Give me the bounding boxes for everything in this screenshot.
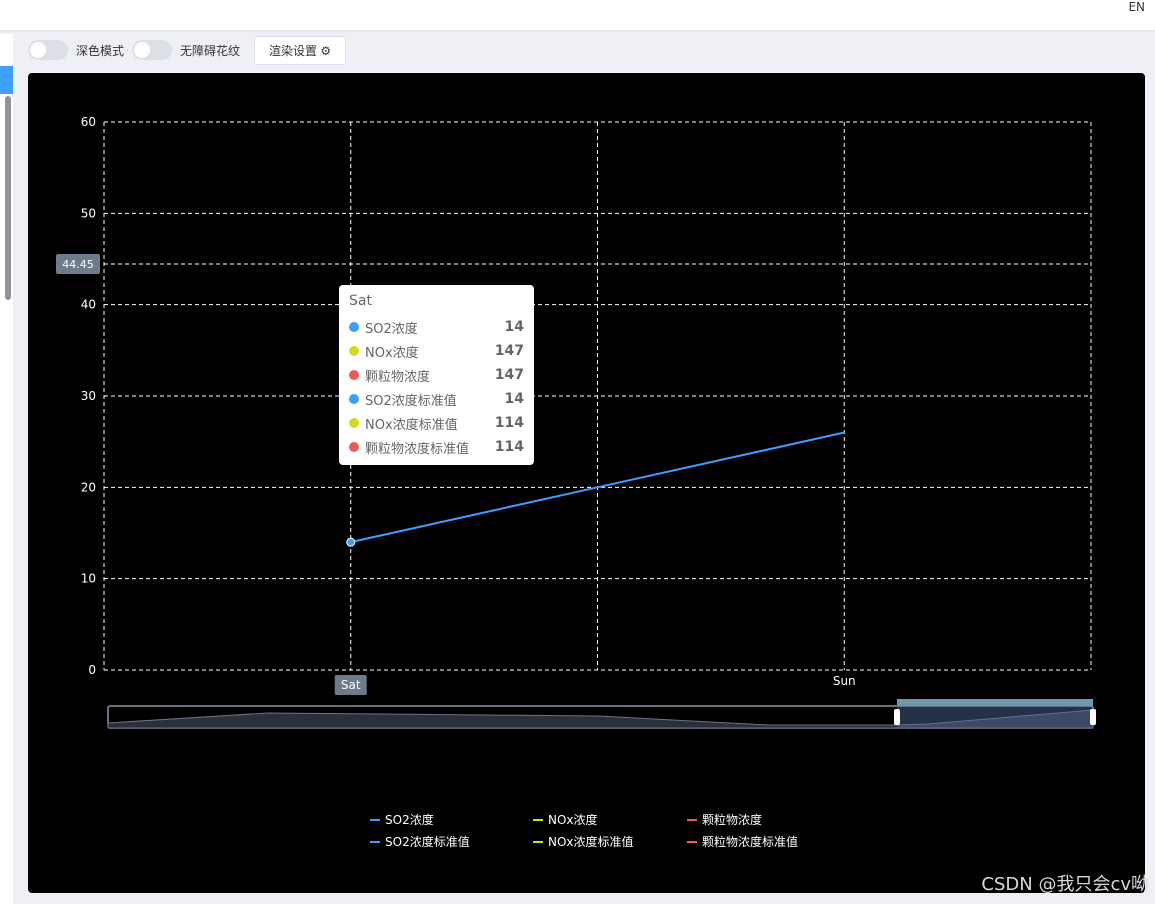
- tooltip-marker: [349, 346, 359, 356]
- tooltip-series-name: SO2浓度标准值: [365, 393, 457, 409]
- toolbar: 深色模式 无障碍花纹 渲染设置 ⚙: [28, 35, 347, 65]
- tooltip-marker: [349, 370, 359, 380]
- legend-marker: [533, 818, 543, 821]
- tooltip-value: 114: [494, 439, 524, 455]
- data-point: [346, 537, 356, 547]
- legend-marker: [370, 840, 380, 843]
- tooltip-series-name: SO2浓度: [365, 321, 418, 337]
- tooltip-row: SO2浓度标准值 14: [349, 387, 524, 411]
- y-tick-label: 10: [81, 572, 96, 586]
- legend-item[interactable]: NOx浓度标准值: [533, 833, 634, 850]
- legend-label: 颗粒物浓度: [702, 813, 763, 827]
- tooltip-row: NOx浓度 147: [349, 339, 524, 363]
- toggle-knob: [30, 42, 46, 58]
- dark-mode-toggle[interactable]: [28, 40, 68, 60]
- legend-marker: [370, 818, 380, 821]
- datazoom-selected-range: [897, 706, 1093, 728]
- chart-container: 0 10 20 30 40 50 60 44.45 Sat Sun Sat SO2浓度 14 NOx浓…: [28, 73, 1145, 893]
- legend-marker: [687, 840, 697, 843]
- y-tick-label: 20: [81, 480, 96, 494]
- toggle-knob: [134, 42, 151, 58]
- datazoom-handle-left: [894, 709, 900, 725]
- tooltip-value: 114: [494, 415, 524, 431]
- tooltip-value: 147: [494, 343, 524, 359]
- y-tick-label: 60: [81, 115, 96, 129]
- tooltip-row: 颗粒物浓度标准值 114: [349, 435, 524, 459]
- tooltip-marker: [349, 394, 359, 404]
- tooltip: Sat SO2浓度 14 NOx浓度 147 颗粒物浓度 147 SO2浓度标准值 14 NOx…: [339, 285, 534, 465]
- legend-label: SO2浓度标准值: [385, 835, 470, 849]
- render-settings-button[interactable]: 渲染设置 ⚙: [254, 35, 347, 65]
- x-tick-label: Sat: [341, 678, 361, 692]
- datazoom-handle-right: [1090, 709, 1096, 725]
- accessibility-pattern-toggle[interactable]: [132, 40, 173, 60]
- tooltip-series-name: NOx浓度: [365, 345, 419, 361]
- sidebar-scrollbar[interactable]: [5, 96, 11, 300]
- datazoom-move-handle: [897, 699, 1093, 706]
- legend-label: NOx浓度: [548, 813, 598, 827]
- tooltip-row: SO2浓度 14: [349, 315, 524, 339]
- tooltip-row: NOx浓度标准值 114: [349, 411, 524, 435]
- legend-item[interactable]: SO2浓度: [370, 811, 434, 828]
- y-tick-label: 0: [88, 663, 96, 677]
- legend-item[interactable]: 颗粒物浓度: [687, 811, 762, 828]
- tooltip-series-name: NOx浓度标准值: [365, 417, 458, 433]
- tooltip-marker: [349, 322, 359, 332]
- y-tick-label: 40: [81, 298, 96, 312]
- dark-mode-label: 深色模式: [76, 43, 125, 58]
- axis-pointer-label: 44.45: [62, 258, 94, 271]
- language-switch[interactable]: EN: [1128, 0, 1145, 14]
- tooltip-series-name: 颗粒物浓度标准值: [365, 441, 470, 457]
- line-chart: 0 10 20 30 40 50 60 44.45 Sat Sun: [56, 115, 1096, 729]
- legend-marker: [533, 840, 543, 843]
- tooltip-value: 14: [504, 391, 524, 407]
- watermark: CSDN @我只会cv呦: [981, 874, 1149, 895]
- y-tick-label: 50: [81, 206, 96, 220]
- tooltip-row: 颗粒物浓度 147: [349, 363, 524, 387]
- x-tick-label: Sun: [833, 674, 856, 688]
- top-bar: EN: [0, 0, 1155, 30]
- legend-item[interactable]: 颗粒物浓度标准值: [687, 833, 798, 850]
- y-tick-label: 30: [81, 389, 96, 403]
- tooltip-title: Sat: [349, 293, 372, 309]
- legend-marker: [687, 818, 697, 821]
- tooltip-marker: [349, 442, 359, 452]
- legend-item[interactable]: SO2浓度标准值: [370, 833, 470, 850]
- tooltip-series-name: 颗粒物浓度: [365, 369, 431, 385]
- legend-label: NOx浓度标准值: [548, 835, 634, 849]
- legend-item[interactable]: NOx浓度: [533, 811, 598, 828]
- accessibility-pattern-label: 无障碍花纹: [180, 43, 241, 58]
- tooltip-value: 14: [504, 319, 524, 335]
- tooltip-marker: [349, 418, 359, 428]
- sidebar-active-tab[interactable]: [0, 66, 13, 94]
- legend-label: 颗粒物浓度标准值: [702, 835, 799, 849]
- legend-label: SO2浓度: [385, 813, 434, 827]
- tooltip-value: 147: [494, 367, 524, 383]
